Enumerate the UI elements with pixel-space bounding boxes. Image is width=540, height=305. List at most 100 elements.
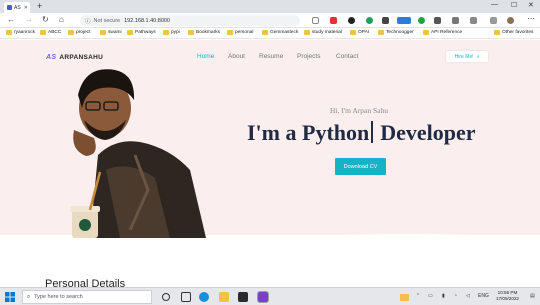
volume-icon[interactable]: ◁ (466, 293, 470, 299)
bookmark-label: swami (108, 30, 122, 35)
extension-icon[interactable] (382, 17, 389, 24)
bookmark-item[interactable]: pypi (163, 30, 180, 35)
folder-icon (378, 30, 384, 35)
folder-icon (40, 30, 46, 35)
folder-icon (6, 30, 12, 35)
folder-icon (227, 30, 233, 35)
double-chevron-icon: » (476, 53, 480, 60)
bookmark-item[interactable]: personal (227, 30, 253, 35)
warning-icon: ⓘ (85, 18, 91, 25)
notifications-icon[interactable]: ▤ (530, 293, 535, 299)
folder-icon (262, 30, 268, 35)
more-menu-icon[interactable]: ⋯ (527, 14, 535, 23)
bookmark-item[interactable]: OPAI (350, 30, 369, 35)
browser-tab[interactable]: AS ✕ (4, 2, 30, 13)
extension-icon[interactable] (330, 17, 337, 24)
nav-about[interactable]: About (228, 53, 245, 60)
new-tab-button[interactable]: + (37, 1, 42, 11)
task-view-icon[interactable] (181, 292, 191, 302)
extension-icon[interactable] (366, 17, 373, 24)
maximize-button[interactable]: ☐ (511, 1, 517, 9)
extension-icon[interactable] (397, 17, 411, 24)
tray-app-icon[interactable] (400, 294, 409, 301)
reload-icon[interactable]: ↻ (42, 15, 49, 24)
favorites-icon[interactable] (452, 17, 459, 24)
bookmark-label: study material (312, 30, 342, 35)
extension-icon[interactable] (348, 17, 355, 24)
folder-icon (127, 30, 133, 35)
share-icon[interactable] (490, 17, 497, 24)
wifi-icon[interactable]: ◔ (454, 293, 457, 299)
extension-icon[interactable] (434, 17, 441, 24)
greeting-text: Hi, I'm Arpan Sahu (330, 106, 389, 115)
forward-icon[interactable]: → (25, 15, 33, 24)
nav-projects[interactable]: Projects (297, 53, 320, 60)
headline-prefix: I'm a (247, 120, 297, 145)
clock-date: 17/05/2022 (496, 296, 519, 301)
bookmark-item[interactable]: Bookmarks (188, 30, 220, 35)
bookmark-label: personal (235, 30, 254, 35)
extension-icon[interactable] (312, 17, 319, 24)
bookmark-label: API Reference (431, 30, 463, 35)
bookmark-item[interactable]: Gemmasteck (262, 30, 298, 35)
site-favicon-icon (7, 5, 12, 10)
bookmark-item[interactable]: Technoogger (378, 30, 414, 35)
bookmark-label: Technoogger (386, 30, 414, 35)
bookmark-item[interactable]: swami (100, 30, 122, 35)
download-cv-button[interactable]: Download CV (335, 158, 386, 175)
edge-icon[interactable] (199, 292, 209, 302)
windows-taskbar: ⌕ Type here to search ⌃ ▭ ▮ ◔ ◁ ENG 10:5… (0, 287, 540, 305)
typing-cursor (371, 121, 373, 143)
folder-icon (188, 30, 194, 35)
extension-icon[interactable] (418, 17, 425, 24)
store-icon[interactable] (238, 292, 248, 302)
cortana-icon[interactable] (162, 293, 170, 301)
bookmark-item[interactable]: Pathways (127, 30, 156, 35)
bookmark-label: Bookmarks (196, 30, 220, 35)
minimize-button[interactable]: — (491, 1, 498, 8)
nav-home[interactable]: Home (197, 53, 214, 60)
visual-studio-icon[interactable] (257, 291, 269, 303)
folder-icon (100, 30, 106, 35)
bookmark-item[interactable]: Other favorites (494, 30, 533, 35)
network-icon[interactable]: ▭ (428, 293, 433, 299)
security-label: Not secure (93, 17, 121, 24)
hire-me-button[interactable]: Hire Me! » (446, 51, 488, 62)
language-indicator[interactable]: ENG (478, 293, 489, 299)
bookmark-label: ABCC (48, 30, 62, 35)
headline-suffix: Developer (380, 120, 476, 145)
nav-contact[interactable]: Contact (336, 53, 358, 60)
bookmark-item[interactable]: project (68, 30, 90, 35)
battery-icon[interactable]: ▮ (442, 293, 445, 299)
back-icon[interactable]: ← (7, 15, 15, 24)
search-icon: ⌕ (27, 293, 31, 300)
hire-me-label: Hire Me! (454, 53, 474, 60)
chevron-up-icon[interactable]: ⌃ (416, 293, 420, 299)
nav-resume[interactable]: Resume (259, 53, 283, 60)
profile-photo (70, 69, 206, 238)
folder-icon (304, 30, 310, 35)
file-explorer-icon[interactable] (219, 292, 229, 302)
taskbar-clock[interactable]: 10:56 PM 17/05/2022 (496, 290, 519, 302)
folder-icon (494, 30, 500, 35)
bookmark-item[interactable]: study material (304, 30, 342, 35)
profile-avatar[interactable] (507, 17, 514, 24)
url-text: 192.168.1.40:8000 (124, 17, 171, 24)
bookmark-label: OPAI (358, 30, 370, 35)
close-tab-icon[interactable]: ✕ (24, 5, 28, 11)
search-placeholder: Type here to search (34, 294, 83, 300)
home-icon[interactable]: ⌂ (59, 15, 64, 24)
bookmarks-bar: ryaanrock ABCC project swami Pathways py… (0, 28, 540, 39)
close-window-button[interactable]: ✕ (528, 1, 534, 9)
hero-headline: I'm a Python Developer (247, 120, 476, 146)
bookmark-item[interactable]: ABCC (40, 30, 61, 35)
taskbar-search-input[interactable]: ⌕ Type here to search (22, 290, 152, 304)
windows-start-icon[interactable] (5, 292, 15, 302)
bookmark-item[interactable]: API Reference (423, 30, 462, 35)
url-input[interactable]: ⓘ Not secure 192.168.1.40:8000 (80, 15, 300, 26)
bookmark-label: Other favorites (502, 30, 534, 35)
collections-icon[interactable] (470, 17, 477, 24)
folder-icon (163, 30, 169, 35)
bookmark-item[interactable]: ryaanrock (6, 30, 35, 35)
address-bar-row: ← → ↻ ⌂ ⓘ Not secure 192.168.1.40:8000 ⋯ (0, 13, 540, 28)
